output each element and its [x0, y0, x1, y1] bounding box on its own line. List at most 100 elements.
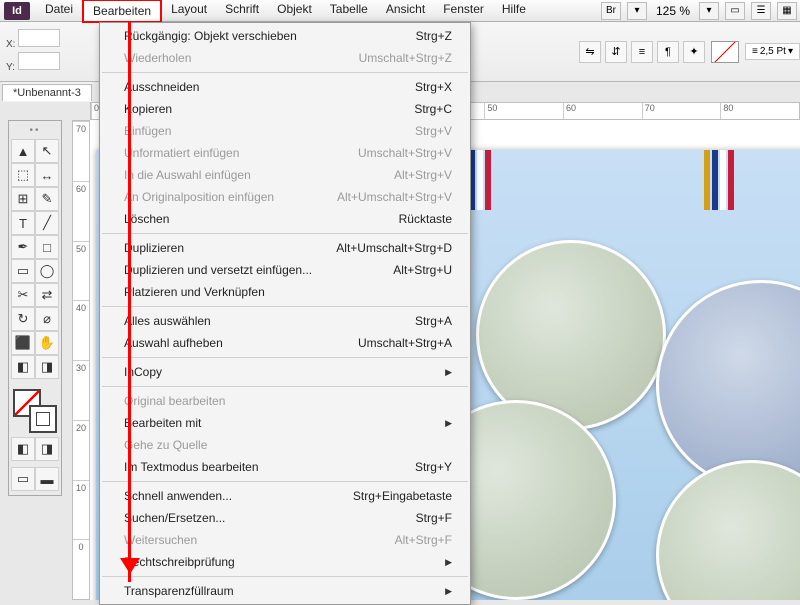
- view-options-icon[interactable]: ☰: [751, 2, 771, 20]
- preview-mode-icon[interactable]: ▬: [35, 467, 59, 491]
- menu-item: Gehe zu Quelle: [100, 434, 470, 456]
- menu-item-label: Wiederholen: [124, 51, 191, 65]
- zoom-dropdown-icon[interactable]: ▾: [699, 2, 719, 20]
- menu-item-shortcut: Umschalt+Strg+Z: [359, 51, 452, 65]
- tool-button[interactable]: ✋: [35, 331, 59, 355]
- menu-item-label: Duplizieren und versetzt einfügen...: [124, 263, 312, 277]
- menu-item-shortcut: Alt+Umschalt+Strg+D: [336, 241, 452, 255]
- tool-button[interactable]: ⬛: [11, 331, 35, 355]
- menu-hilfe[interactable]: Hilfe: [493, 0, 535, 23]
- menu-fenster[interactable]: Fenster: [434, 0, 493, 23]
- menu-item-shortcut: Umschalt+Strg+A: [358, 336, 452, 350]
- document-tabs: *Unbenannt-3: [2, 82, 92, 102]
- tool-button[interactable]: ⬚: [11, 163, 35, 187]
- menu-item[interactable]: Platzieren und Verknüpfen: [100, 281, 470, 303]
- tool-button[interactable]: ◨: [35, 355, 59, 379]
- toolbox: •• ▲↖⬚↔⊞✎T╱✒□▭◯✂⇄↻⌀⬛✋◧◨ ◧◨ ▭▬: [8, 120, 62, 496]
- menu-item[interactable]: Auswahl aufhebenUmschalt+Strg+A: [100, 332, 470, 354]
- menu-item[interactable]: Kopieren Strg+C: [100, 98, 470, 120]
- tool-button[interactable]: ✎: [35, 187, 59, 211]
- menu-item-label: In die Auswahl einfügen: [124, 168, 251, 182]
- menu-item-label: Rückgängig: Objekt verschieben: [124, 29, 297, 43]
- flag-stripe: [704, 150, 734, 210]
- tool-button[interactable]: ▲: [11, 139, 35, 163]
- toolbox-grip[interactable]: ••: [11, 125, 59, 136]
- menu-item-label: Kopieren: [124, 102, 172, 116]
- flip-h-icon[interactable]: ⇋: [579, 41, 601, 63]
- photo-circle[interactable]: [656, 460, 800, 600]
- window-arrange-icon[interactable]: ▾: [627, 2, 647, 20]
- menu-item[interactable]: Schnell anwenden...Strg+Eingabetaste: [100, 485, 470, 507]
- menu-layout[interactable]: Layout: [162, 0, 216, 23]
- tool-button[interactable]: ↖: [35, 139, 59, 163]
- tool-button[interactable]: ⊞: [11, 187, 35, 211]
- zoom-level[interactable]: 125 %: [650, 4, 696, 18]
- menu-item[interactable]: Alles auswählenStrg+A: [100, 310, 470, 332]
- menu-item-label: Transparenzfüllraum: [124, 584, 234, 598]
- tool-button[interactable]: ⌀: [35, 307, 59, 331]
- x-field[interactable]: [18, 29, 60, 47]
- fill-stroke-proxy[interactable]: [13, 389, 57, 433]
- menu-objekt[interactable]: Objekt: [268, 0, 321, 23]
- menu-item[interactable]: Im Textmodus bearbeiten Strg+Y: [100, 456, 470, 478]
- menu-item-label: Original bearbeiten: [124, 394, 225, 408]
- layout-icon[interactable]: ▦: [777, 2, 797, 20]
- menu-item[interactable]: Bearbeiten mit▶: [100, 412, 470, 434]
- menu-item-shortcut: Strg+C: [414, 102, 452, 116]
- tool-button[interactable]: ✒: [11, 235, 35, 259]
- tool-button[interactable]: ↔: [35, 163, 59, 187]
- screen-mode-icon[interactable]: ▭: [725, 2, 745, 20]
- edit-menu: Rückgängig: Objekt verschiebenStrg+Z Wied…: [99, 22, 471, 605]
- apply-fill-icon[interactable]: ◧: [11, 437, 35, 461]
- menu-item[interactable]: Rückgängig: Objekt verschiebenStrg+Z: [100, 25, 470, 47]
- menu-item[interactable]: DuplizierenAlt+Umschalt+Strg+D: [100, 237, 470, 259]
- vertical-ruler: 706050403020100: [72, 120, 90, 600]
- menu-item[interactable]: Duplizieren und versetzt einfügen... Alt+…: [100, 259, 470, 281]
- flip-v-icon[interactable]: ⇵: [605, 41, 627, 63]
- apply-stroke-icon[interactable]: ◨: [35, 437, 59, 461]
- bridge-icon[interactable]: Br: [601, 2, 621, 20]
- menu-item[interactable]: InCopy▶: [100, 361, 470, 383]
- tool-button[interactable]: ╱: [35, 211, 59, 235]
- menu-item: An Originalposition einfügenAlt+Umschalt…: [100, 186, 470, 208]
- effects-icon[interactable]: ✦: [683, 41, 705, 63]
- photo-circle[interactable]: [656, 280, 800, 490]
- tool-button[interactable]: □: [35, 235, 59, 259]
- menu-item-label: Im Textmodus bearbeiten: [124, 460, 259, 474]
- menu-item-label: Suchen/Ersetzen...: [124, 511, 225, 525]
- menubar: Id DateiBearbeitenLayoutSchriftObjektTab…: [0, 0, 800, 22]
- menu-item[interactable]: Rechtschreibprüfung▶: [100, 551, 470, 573]
- menu-item-shortcut: Strg+Eingabetaste: [353, 489, 452, 503]
- y-field[interactable]: [18, 52, 60, 70]
- menu-datei[interactable]: Datei: [36, 0, 82, 23]
- tool-button[interactable]: ✂: [11, 283, 35, 307]
- tool-button[interactable]: ▭: [11, 259, 35, 283]
- menu-item[interactable]: Suchen/Ersetzen...Strg+F: [100, 507, 470, 529]
- menu-item-shortcut: Umschalt+Strg+V: [358, 146, 452, 160]
- submenu-arrow-icon: ▶: [445, 586, 452, 597]
- menu-bearbeiten[interactable]: Bearbeiten: [82, 0, 162, 23]
- menu-ansicht[interactable]: Ansicht: [377, 0, 434, 23]
- tool-button[interactable]: ◯: [35, 259, 59, 283]
- menu-item-shortcut: Alt+Strg+U: [393, 263, 452, 277]
- tool-button[interactable]: ◧: [11, 355, 35, 379]
- menu-item[interactable]: AusschneidenStrg+X: [100, 76, 470, 98]
- tool-button[interactable]: ↻: [11, 307, 35, 331]
- menu-item-label: An Originalposition einfügen: [124, 190, 274, 204]
- tool-button[interactable]: ⇄: [35, 283, 59, 307]
- stroke-weight-field[interactable]: ≡ 2,5 Pt ▾: [745, 43, 800, 60]
- align-icon[interactable]: ≡: [631, 41, 653, 63]
- menu-item-label: Platzieren und Verknüpfen: [124, 285, 265, 299]
- no-fill-swatch[interactable]: [711, 41, 739, 63]
- menu-schrift[interactable]: Schrift: [216, 0, 268, 23]
- menu-tabelle[interactable]: Tabelle: [321, 0, 377, 23]
- menu-item[interactable]: Transparenzfüllraum ▶: [100, 580, 470, 602]
- menu-item: Original bearbeiten: [100, 390, 470, 412]
- document-tab[interactable]: *Unbenannt-3: [2, 84, 92, 101]
- tool-button[interactable]: T: [11, 211, 35, 235]
- menu-item[interactable]: LöschenRücktaste: [100, 208, 470, 230]
- menu-item-label: Gehe zu Quelle: [124, 438, 207, 452]
- para-icon[interactable]: ¶: [657, 41, 679, 63]
- view-mode-icon[interactable]: ▭: [11, 467, 35, 491]
- menu-item-shortcut: Strg+Y: [415, 460, 452, 474]
